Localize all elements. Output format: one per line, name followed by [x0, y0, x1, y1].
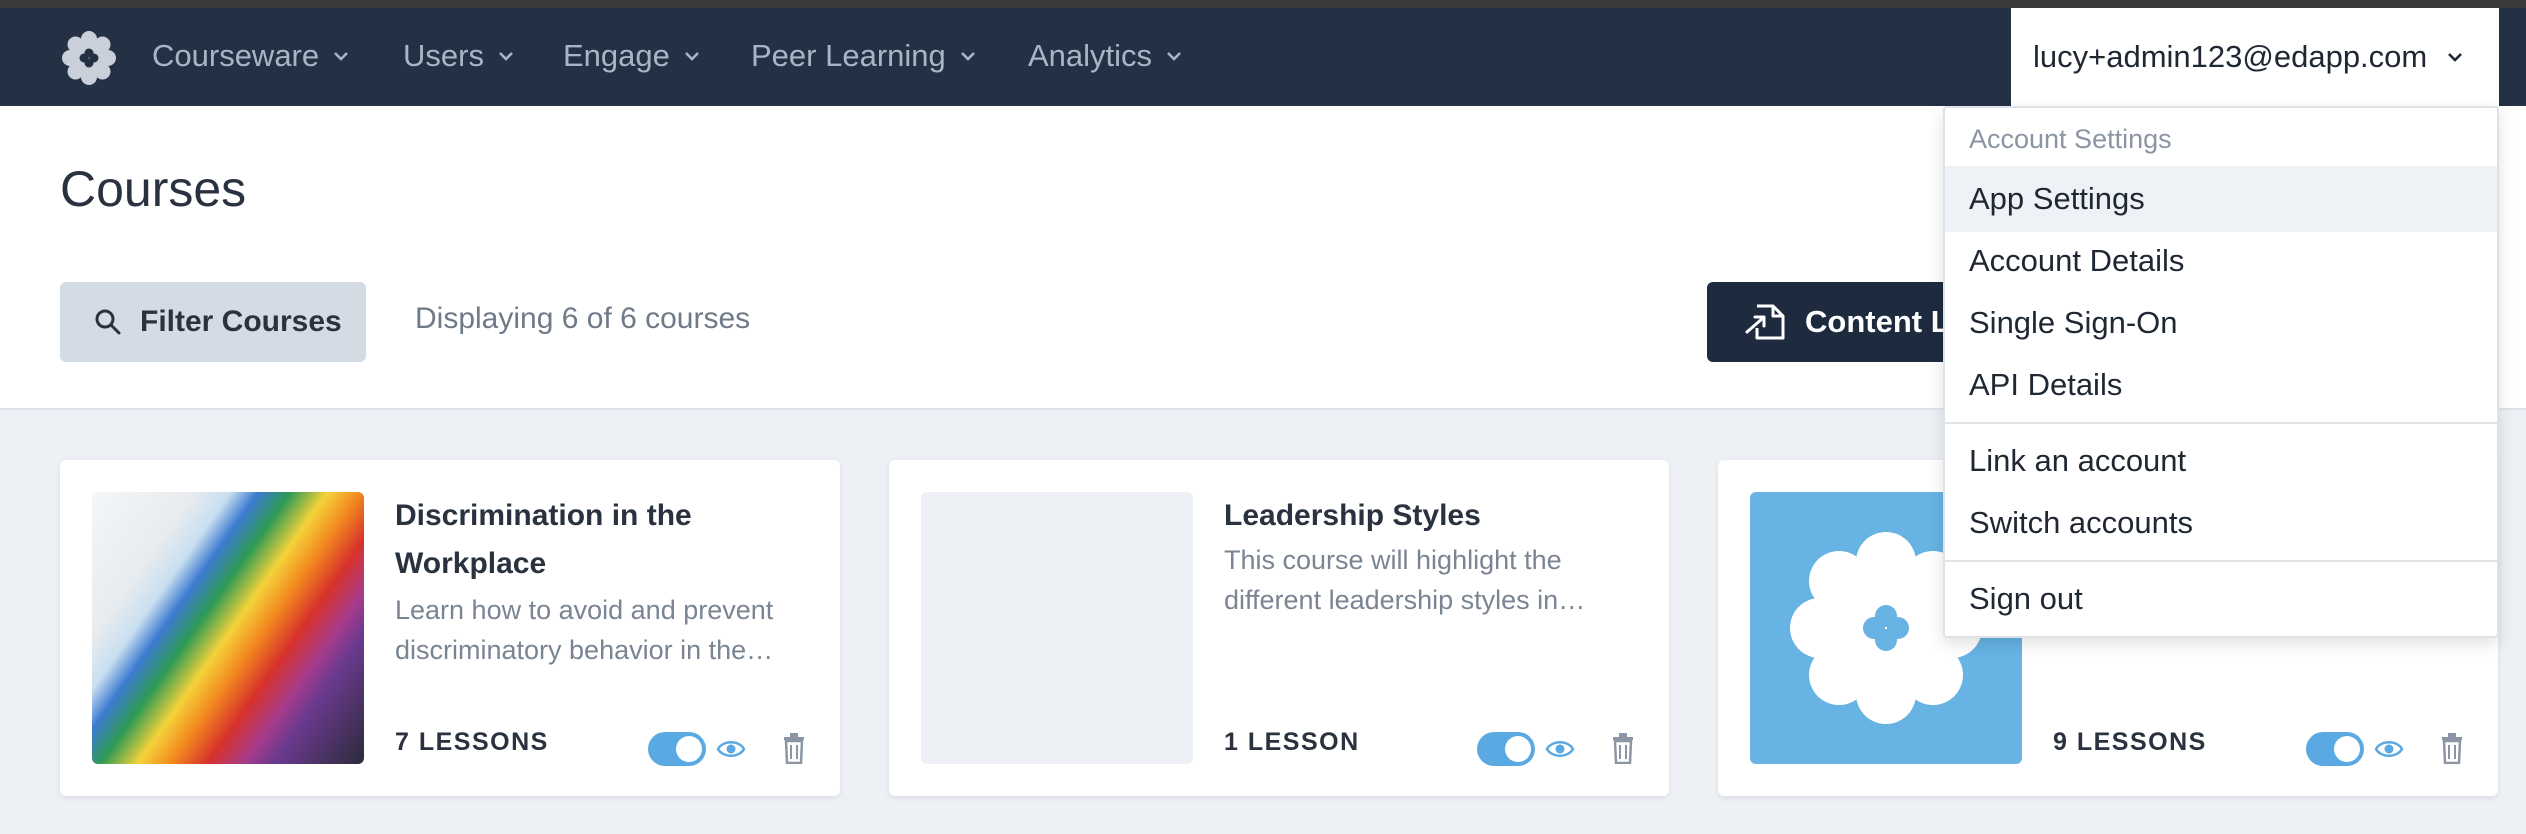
menu-item-app-settings[interactable]: App Settings	[1945, 166, 2497, 232]
course-title: Discrimination in the Workplace	[395, 499, 692, 580]
account-email: lucy+admin123@edapp.com	[2033, 39, 2428, 74]
nav-item-label: Engage	[563, 38, 670, 73]
lesson-count: 1 LESSON	[1224, 728, 1360, 756]
nav-item-courseware[interactable]: Courseware	[152, 36, 351, 76]
trash-icon[interactable]	[1611, 732, 1635, 764]
course-count-text: Displaying 6 of 6 courses	[415, 302, 751, 335]
menu-item-switch-accounts[interactable]: Switch accounts	[1945, 490, 2497, 556]
menu-divider	[1945, 560, 2497, 562]
menu-divider	[1945, 422, 2497, 424]
trash-icon[interactable]	[782, 732, 806, 764]
course-title: Leadership Styles	[1224, 499, 1481, 532]
menu-item-single-sign-on[interactable]: Single Sign-On	[1945, 290, 2497, 356]
account-dropdown-menu: Account Settings App Settings Account De…	[1943, 106, 2499, 638]
menu-item-account-details[interactable]: Account Details	[1945, 228, 2497, 294]
nav-item-label: Users	[403, 38, 484, 73]
chevron-down-icon	[960, 52, 975, 61]
course-card[interactable]: Discrimination in the Workplace Learn ho…	[60, 460, 840, 796]
menu-item-sign-out[interactable]: Sign out	[1945, 566, 2497, 632]
lesson-count: 9 LESSONS	[2053, 728, 2207, 756]
file-import-icon	[1745, 304, 1785, 340]
publish-toggle[interactable]	[2306, 732, 2364, 766]
chevron-down-icon	[684, 52, 699, 61]
course-description: Learn how to avoid and prevent discrimin…	[395, 595, 774, 665]
nav-item-analytics[interactable]: Analytics	[1028, 36, 1184, 76]
nav-item-users[interactable]: Users	[403, 36, 516, 76]
window-top-strip	[0, 0, 2526, 8]
course-thumbnail-placeholder	[921, 492, 1193, 764]
nav-item-label: Analytics	[1028, 38, 1153, 73]
nav-item-engage[interactable]: Engage	[563, 36, 702, 76]
chevron-down-icon	[334, 52, 349, 61]
edapp-logo-icon[interactable]	[60, 29, 118, 87]
account-menu-button[interactable]: lucy+admin123@edapp.com	[2011, 8, 2499, 106]
course-card[interactable]: Leadership Styles This course will highl…	[889, 460, 1669, 796]
trash-icon[interactable]	[2440, 732, 2464, 764]
course-description: This course will highlight the different…	[1224, 545, 1586, 615]
eye-icon[interactable]	[2374, 737, 2404, 761]
menu-item-link-account[interactable]: Link an account	[1945, 428, 2497, 494]
menu-item-api-details[interactable]: API Details	[1945, 352, 2497, 418]
nav-item-label: Peer Learning	[751, 38, 946, 73]
nav-item-peer-learning[interactable]: Peer Learning	[751, 36, 978, 76]
chevron-down-icon	[499, 52, 513, 61]
course-thumbnail-image	[92, 492, 364, 764]
eye-icon[interactable]	[716, 737, 746, 761]
publish-toggle[interactable]	[648, 732, 706, 766]
lesson-count: 7 LESSONS	[395, 728, 549, 756]
page-title: Courses	[60, 161, 247, 217]
filter-courses-label: Filter Courses	[140, 305, 342, 338]
search-icon	[95, 309, 121, 335]
publish-toggle[interactable]	[1477, 732, 1535, 766]
nav-item-label: Courseware	[152, 38, 320, 73]
chevron-down-icon	[1167, 52, 1181, 61]
account-settings-heading: Account Settings	[1969, 124, 2172, 154]
chevron-down-icon	[2448, 53, 2463, 62]
eye-icon[interactable]	[1545, 737, 1575, 761]
filter-courses-button[interactable]: Filter Courses	[60, 282, 366, 362]
